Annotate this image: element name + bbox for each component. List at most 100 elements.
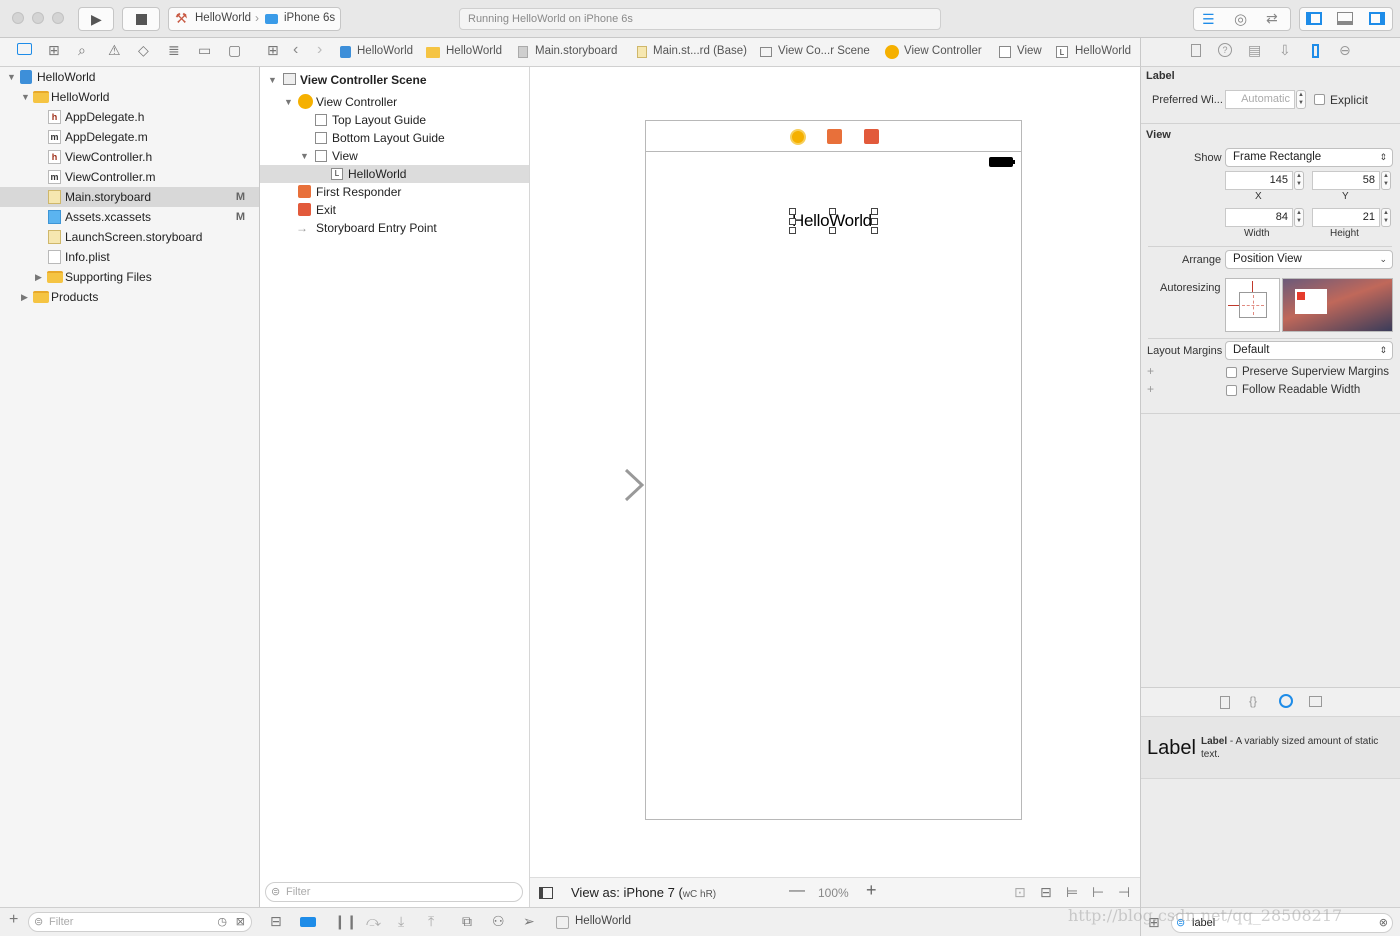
breakpoint-navigator-icon[interactable]: ▭: [198, 42, 211, 59]
autoresizing-mask-control[interactable]: [1225, 278, 1280, 332]
tree-item-file[interactable]: m AppDelegate.m: [0, 127, 259, 147]
x-stepper[interactable]: ▲ ▼: [1294, 171, 1304, 190]
disclosure-open-icon[interactable]: ▼: [21, 87, 30, 107]
connections-inspector-icon[interactable]: ⊖: [1339, 42, 1351, 59]
zoom-window-button[interactable]: [52, 12, 64, 24]
minimize-window-button[interactable]: [32, 12, 44, 24]
tree-item-project[interactable]: ▼ HelloWorld: [0, 67, 259, 87]
disclosure-closed-icon[interactable]: ▶: [35, 267, 42, 287]
breadcrumb-item[interactable]: HelloWorld: [1075, 45, 1131, 57]
file-template-icon[interactable]: [1220, 696, 1230, 709]
debug-navigator-icon[interactable]: ≣: [168, 42, 180, 59]
outline-item-layout-guide[interactable]: Top Layout Guide: [260, 111, 529, 129]
memory-graph-icon[interactable]: ⚇: [492, 913, 505, 930]
outline-item-first-responder[interactable]: First Responder: [260, 183, 529, 201]
width-field[interactable]: 84: [1225, 208, 1293, 227]
report-navigator-icon[interactable]: ▢: [228, 42, 241, 59]
disclosure-open-icon[interactable]: ▼: [284, 93, 293, 111]
resize-handle[interactable]: [789, 208, 796, 215]
navigator-filter-field[interactable]: ⊜ Filter ◷ ⊠: [28, 912, 252, 932]
scm-filter-icon[interactable]: ⊠: [236, 913, 245, 931]
outline-item-layout-guide[interactable]: Bottom Layout Guide: [260, 129, 529, 147]
y-field[interactable]: 58: [1312, 171, 1380, 190]
view-hierarchy-icon[interactable]: ⧉: [462, 913, 472, 930]
pause-icon[interactable]: ❙❙: [334, 913, 357, 930]
outline-toggle-icon[interactable]: [539, 887, 553, 899]
disclosure-open-icon[interactable]: ▼: [7, 67, 16, 87]
tree-item-file[interactable]: m ViewController.m: [0, 167, 259, 187]
resolve-issues-icon[interactable]: ⊣: [1118, 884, 1130, 901]
close-window-button[interactable]: [12, 12, 24, 24]
code-snippet-icon[interactable]: {}: [1249, 694, 1257, 708]
outline-item-exit[interactable]: Exit: [260, 201, 529, 219]
media-library-icon[interactable]: [1309, 696, 1322, 707]
zoom-level[interactable]: 100%: [818, 886, 849, 900]
symbol-navigator-icon[interactable]: ⊞: [48, 42, 60, 59]
tree-item-group[interactable]: ▶ Supporting Files: [0, 267, 259, 287]
pin-icon[interactable]: ⊢: [1092, 884, 1104, 901]
breadcrumb-item[interactable]: HelloWorld: [446, 45, 502, 57]
disclosure-closed-icon[interactable]: ▶: [21, 287, 28, 307]
step-into-icon[interactable]: ⤓: [398, 913, 404, 930]
x-field[interactable]: 145: [1225, 171, 1293, 190]
tree-item-file[interactable]: LaunchScreen.storyboard: [0, 227, 259, 247]
navigator-toggle-icon[interactable]: [1306, 12, 1322, 25]
height-stepper[interactable]: ▲ ▼: [1381, 208, 1391, 227]
disclosure-open-icon[interactable]: ▼: [300, 147, 309, 165]
align-icon[interactable]: ⊨: [1066, 884, 1078, 901]
clear-search-icon[interactable]: ⊗: [1379, 914, 1388, 932]
width-stepper[interactable]: ▲ ▼: [1294, 208, 1304, 227]
debug-area-toggle-icon[interactable]: ⊟: [270, 913, 282, 930]
tree-item-file[interactable]: h AppDelegate.h: [0, 107, 259, 127]
outline-item-label-selected[interactable]: L HelloWorld: [260, 165, 529, 183]
tree-item-file[interactable]: Info.plist: [0, 247, 259, 267]
show-select[interactable]: Frame Rectangle ⇕: [1225, 148, 1393, 167]
scheme-selector[interactable]: ⚒ HelloWorld › iPhone 6s: [168, 7, 341, 31]
width-spring-icon[interactable]: [1242, 305, 1264, 306]
simulate-location-icon[interactable]: ➢: [523, 913, 535, 930]
quick-help-icon[interactable]: ?: [1218, 43, 1232, 57]
view-as-button[interactable]: View as: iPhone 7 (wC hR): [571, 885, 716, 900]
outline-filter-field[interactable]: ⊜ Filter: [265, 882, 523, 902]
back-arrow-icon[interactable]: ‹: [293, 41, 298, 59]
embed-in-stack-icon[interactable]: ⊟: [1040, 884, 1052, 901]
utilities-toggle-icon[interactable]: [1369, 12, 1385, 25]
recent-files-icon[interactable]: ◷: [217, 913, 227, 931]
object-library-icon[interactable]: [1279, 694, 1293, 708]
find-navigator-icon[interactable]: ⌕: [78, 42, 86, 59]
follow-readable-width-checkbox[interactable]: [1226, 385, 1237, 396]
tree-item-file[interactable]: Assets.xcassets M: [0, 207, 259, 227]
preferred-width-field[interactable]: Automatic: [1225, 90, 1295, 109]
attributes-inspector-icon[interactable]: ⇩: [1279, 42, 1291, 59]
breadcrumb-item[interactable]: Main.storyboard: [535, 45, 617, 57]
zoom-in-button[interactable]: +: [866, 880, 877, 901]
resize-handle[interactable]: [871, 227, 878, 234]
outline-item-entry-point[interactable]: → Storyboard Entry Point: [260, 219, 529, 237]
project-navigator-icon[interactable]: [17, 43, 32, 55]
breadcrumb-item[interactable]: View: [1017, 45, 1042, 57]
add-variation-icon[interactable]: +: [1147, 364, 1154, 378]
arrange-select[interactable]: Position View ⌄: [1225, 250, 1393, 269]
view-controller-icon[interactable]: [790, 129, 806, 145]
preserve-superview-margins-checkbox[interactable]: [1226, 367, 1237, 378]
size-inspector-icon[interactable]: [1312, 44, 1319, 58]
step-out-icon[interactable]: ⤒: [428, 913, 434, 930]
first-responder-icon[interactable]: [827, 129, 842, 144]
debug-area-toggle-icon[interactable]: [1337, 12, 1353, 25]
tree-item-group[interactable]: ▼ HelloWorld: [0, 87, 259, 107]
resize-handle[interactable]: [871, 218, 878, 225]
outline-item-scene[interactable]: ▼ View Controller Scene: [260, 71, 529, 89]
resize-handle[interactable]: [829, 227, 836, 234]
resize-handle[interactable]: [829, 208, 836, 215]
view-controller-scene[interactable]: HelloWorld: [645, 120, 1022, 820]
tree-item-file[interactable]: h ViewController.h: [0, 147, 259, 167]
add-variation-icon[interactable]: +: [1147, 382, 1154, 396]
breadcrumb-item[interactable]: View Co...r Scene: [778, 45, 870, 57]
resize-handle[interactable]: [871, 208, 878, 215]
version-editor-icon[interactable]: ⇄: [1266, 10, 1278, 27]
file-inspector-icon[interactable]: [1191, 44, 1201, 57]
explicit-checkbox[interactable]: [1314, 94, 1325, 105]
breadcrumb-item[interactable]: Main.st...rd (Base): [653, 45, 747, 57]
standard-editor-icon[interactable]: ☰: [1202, 11, 1215, 28]
preferred-width-stepper[interactable]: ▲ ▼: [1296, 90, 1306, 109]
